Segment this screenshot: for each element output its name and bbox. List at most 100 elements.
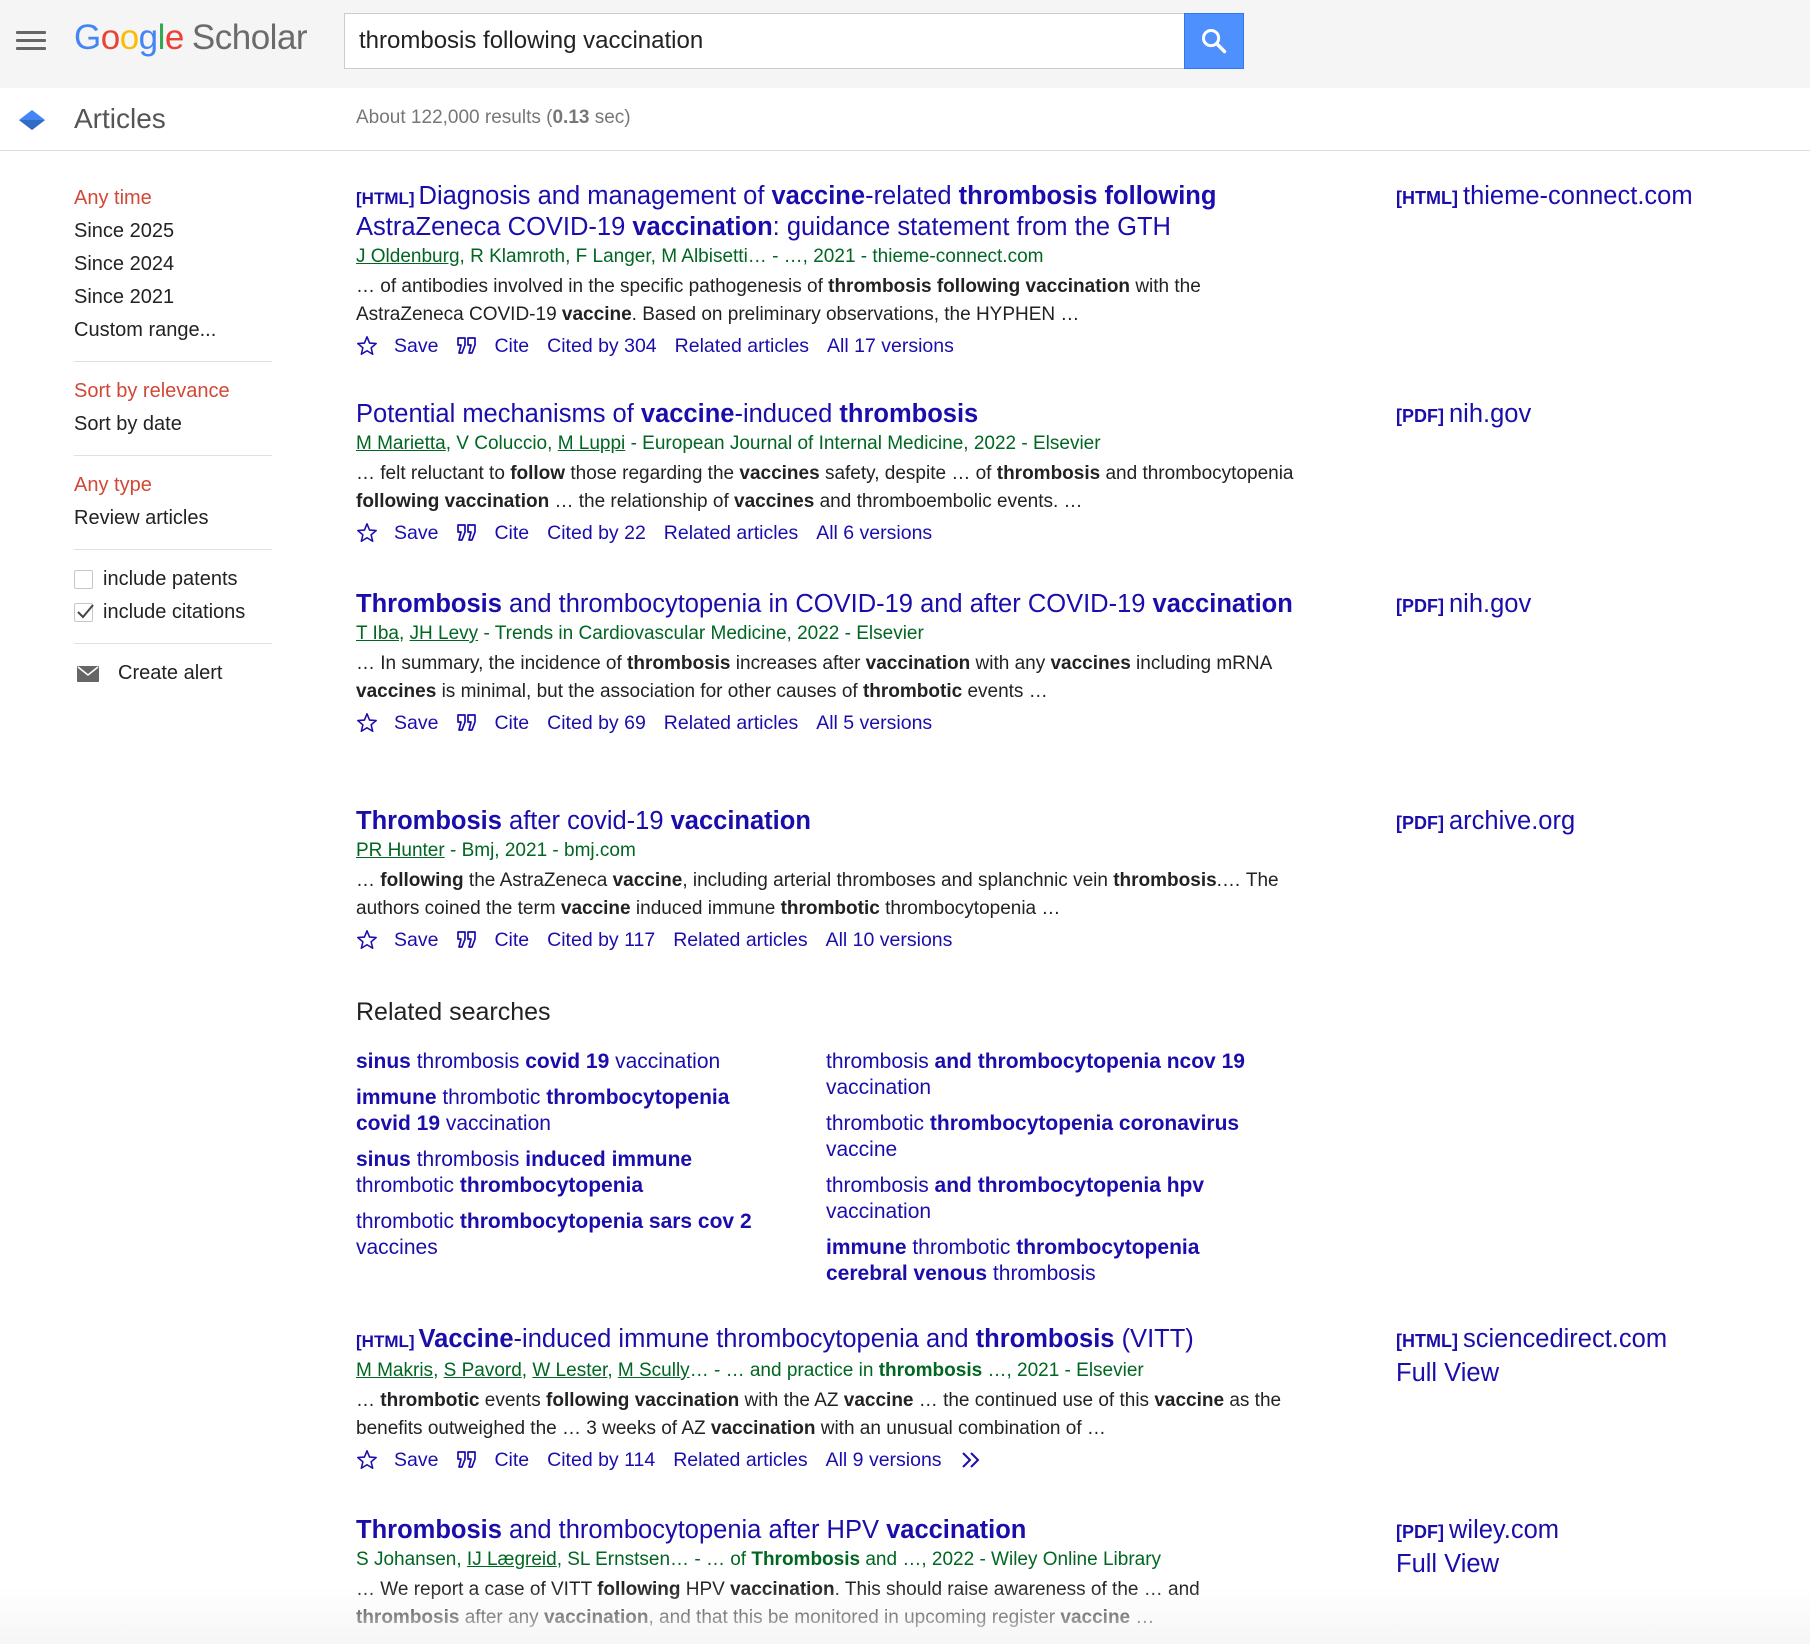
- search-icon: [1201, 28, 1227, 54]
- cited-by-link[interactable]: Cited by 22: [547, 519, 646, 547]
- search-input[interactable]: [344, 13, 1185, 69]
- snippet-segment: thrombotic: [862, 681, 963, 702]
- search-button[interactable]: [1184, 13, 1244, 69]
- create-alert-button[interactable]: Create alert: [74, 657, 274, 690]
- cite-button[interactable]: Cite: [456, 519, 529, 547]
- filter-review-articles[interactable]: Review articles: [74, 502, 274, 535]
- full-view-link[interactable]: Full View: [1396, 1359, 1499, 1388]
- title-segment: Diagnosis and management of: [418, 182, 772, 210]
- checkbox-unchecked-icon: [74, 570, 93, 589]
- author-segment[interactable]: T Iba: [356, 623, 399, 644]
- fulltext-link[interactable]: [PDF] nih.gov: [1396, 590, 1531, 621]
- related-articles-link[interactable]: Related articles: [673, 1446, 807, 1474]
- filter-any-time[interactable]: Any time: [74, 182, 274, 215]
- save-button[interactable]: Save: [356, 332, 438, 360]
- filter-since-2025[interactable]: Since 2025: [74, 215, 274, 248]
- snippet-segment: …: [356, 870, 381, 891]
- sort-by-relevance[interactable]: Sort by relevance: [74, 375, 274, 408]
- all-versions-link[interactable]: All 10 versions: [826, 926, 953, 954]
- author-segment[interactable]: S Pavord: [444, 1360, 522, 1381]
- author-segment[interactable]: W Lester: [532, 1360, 607, 1381]
- author-segment[interactable]: M Luppi: [558, 433, 626, 454]
- related-search-link[interactable]: thrombotic thrombocytopenia coronavirus …: [826, 1111, 1246, 1163]
- result-title-link[interactable]: Vaccine-induced immune thrombocytopenia …: [419, 1325, 1194, 1353]
- result-authors: S Johansen, IJ Lægreid, SL Ernstsen… - ……: [356, 1547, 1296, 1573]
- related-articles-link[interactable]: Related articles: [664, 519, 798, 547]
- snippet-segment: … felt reluctant to: [356, 463, 511, 484]
- all-versions-link[interactable]: All 6 versions: [816, 519, 932, 547]
- author-segment[interactable]: J Oldenburg: [356, 246, 460, 267]
- fulltext-link[interactable]: [PDF] wiley.com: [1396, 1516, 1559, 1547]
- result-title-link[interactable]: Potential mechanisms of vaccine-induced …: [356, 400, 978, 428]
- filter-since-2021[interactable]: Since 2021: [74, 281, 274, 314]
- cited-by-link[interactable]: Cited by 69: [547, 709, 646, 737]
- save-button[interactable]: Save: [356, 519, 438, 547]
- result-title-link[interactable]: Thrombosis and thrombocytopenia in COVID…: [356, 590, 1293, 618]
- fulltext-link[interactable]: [PDF] nih.gov: [1396, 400, 1531, 431]
- author-segment: …, 2021 - Elsevier: [982, 1360, 1144, 1381]
- author-segment[interactable]: JH Levy: [410, 623, 479, 644]
- save-button[interactable]: Save: [356, 709, 438, 737]
- cite-button[interactable]: Cite: [456, 926, 529, 954]
- related-articles-link[interactable]: Related articles: [673, 926, 807, 954]
- all-versions-link[interactable]: All 5 versions: [816, 709, 932, 737]
- author-segment[interactable]: M Makris: [356, 1360, 433, 1381]
- snippet-segment: following vaccination: [356, 491, 550, 512]
- related-searches-title: Related searches: [356, 998, 551, 1026]
- related-articles-link[interactable]: Related articles: [675, 332, 809, 360]
- more-options-button[interactable]: [960, 1451, 1000, 1469]
- sort-by-date[interactable]: Sort by date: [74, 408, 274, 441]
- result-authors: J Oldenburg, R Klamroth, F Langer, M Alb…: [356, 244, 1296, 270]
- result-title-link[interactable]: Diagnosis and management of vaccine-rela…: [356, 182, 1216, 241]
- fulltext-link[interactable]: [HTML] thieme-connect.com: [1396, 182, 1693, 213]
- author-segment[interactable]: IJ Lægreid: [467, 1549, 557, 1570]
- fulltext-link[interactable]: [PDF] archive.org: [1396, 807, 1575, 838]
- related-articles-link[interactable]: Related articles: [664, 709, 798, 737]
- title-segment: vaccination: [886, 1516, 1027, 1544]
- envelope-icon: [77, 665, 99, 682]
- cite-button[interactable]: Cite: [456, 709, 529, 737]
- cited-by-link[interactable]: Cited by 117: [547, 926, 655, 954]
- related-search-link[interactable]: thrombotic thrombocytopenia sars cov 2 v…: [356, 1209, 776, 1261]
- include-patents-checkbox[interactable]: include patents: [74, 563, 274, 596]
- section-label: Articles: [74, 103, 166, 134]
- cite-button-label: Cite: [494, 335, 530, 357]
- related-search-link[interactable]: immune thrombotic thrombocytopenia covid…: [356, 1085, 776, 1137]
- snippet-segment: thrombosis following vaccination: [828, 276, 1131, 297]
- include-citations-checkbox[interactable]: include citations: [74, 596, 274, 629]
- cited-by-link-label: Cited by 22: [547, 522, 646, 544]
- result-title: Thrombosis and thrombocytopenia after HP…: [356, 1516, 1296, 1545]
- result-title-link[interactable]: Thrombosis and thrombocytopenia after HP…: [356, 1516, 1026, 1544]
- cited-by-link[interactable]: Cited by 114: [547, 1446, 655, 1474]
- cited-by-link[interactable]: Cited by 304: [547, 332, 657, 360]
- google-scholar-logo[interactable]: Google Scholar: [74, 18, 308, 58]
- snippet-segment: … In summary, the incidence of: [356, 653, 628, 674]
- star-icon: [356, 929, 386, 951]
- all-versions-link[interactable]: All 9 versions: [826, 1446, 942, 1474]
- filter-custom-range[interactable]: Custom range...: [74, 314, 274, 347]
- hamburger-menu-icon[interactable]: [16, 26, 48, 58]
- title-segment: after covid-19: [501, 807, 671, 835]
- related-search-link[interactable]: thrombosis and thrombocytopenia hpv vacc…: [826, 1173, 1246, 1225]
- snippet-segment: … the relationship of: [549, 491, 735, 512]
- save-button[interactable]: Save: [356, 926, 438, 954]
- filter-any-type[interactable]: Any type: [74, 469, 274, 502]
- related-search-link[interactable]: sinus thrombosis induced immune thrombot…: [356, 1147, 776, 1199]
- save-button[interactable]: Save: [356, 1446, 438, 1474]
- quote-icon: [456, 713, 486, 733]
- full-view-link[interactable]: Full View: [1396, 1550, 1499, 1579]
- result-title-link[interactable]: Thrombosis after covid-19 vaccination: [356, 807, 811, 835]
- related-search-link[interactable]: thrombosis and thrombocytopenia ncov 19 …: [826, 1049, 1246, 1101]
- all-versions-link[interactable]: All 17 versions: [827, 332, 954, 360]
- fulltext-link[interactable]: [HTML] sciencedirect.com: [1396, 1325, 1667, 1356]
- related-search-link[interactable]: immune thrombotic thrombocytopenia cereb…: [826, 1235, 1246, 1287]
- author-segment[interactable]: M Marietta: [356, 433, 446, 454]
- stats-time: 0.13: [552, 107, 590, 128]
- filter-since-2024[interactable]: Since 2024: [74, 248, 274, 281]
- cite-button[interactable]: Cite: [456, 332, 529, 360]
- related-search-link[interactable]: sinus thrombosis covid 19 vaccination: [356, 1049, 776, 1075]
- cite-button[interactable]: Cite: [456, 1446, 529, 1474]
- author-segment[interactable]: M Scully: [618, 1360, 690, 1381]
- logo-letter: g: [138, 18, 158, 57]
- author-segment[interactable]: PR Hunter: [356, 840, 445, 861]
